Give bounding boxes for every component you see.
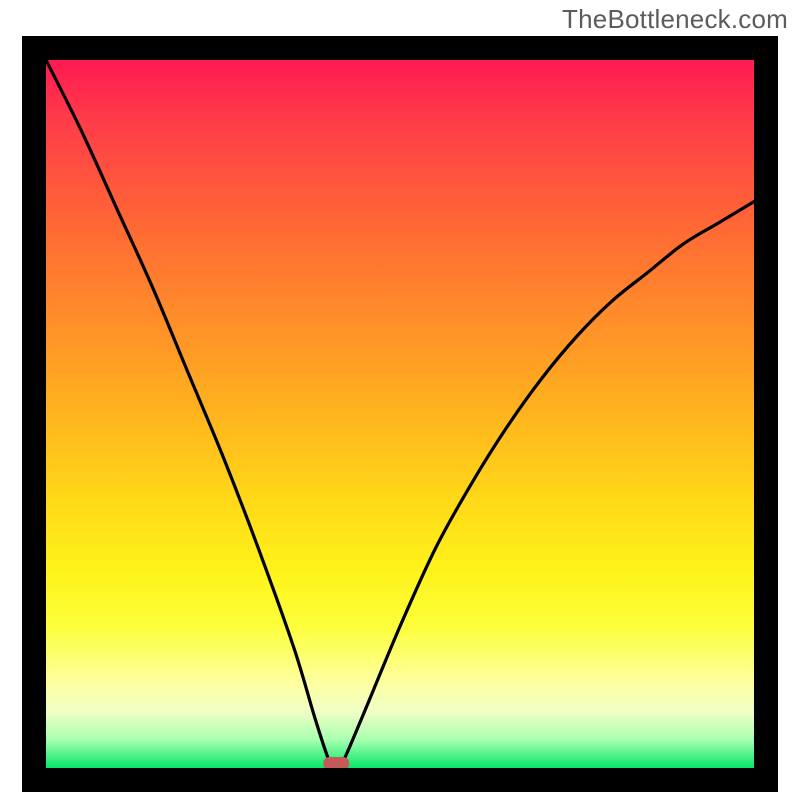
curve-layer — [46, 60, 754, 768]
watermark-text: TheBottleneck.com — [562, 4, 788, 35]
plot-area — [46, 60, 754, 768]
bottleneck-curve — [46, 60, 754, 768]
optimum-marker — [323, 757, 349, 768]
chart-wrapper: TheBottleneck.com — [0, 0, 800, 800]
chart-frame — [22, 36, 778, 792]
